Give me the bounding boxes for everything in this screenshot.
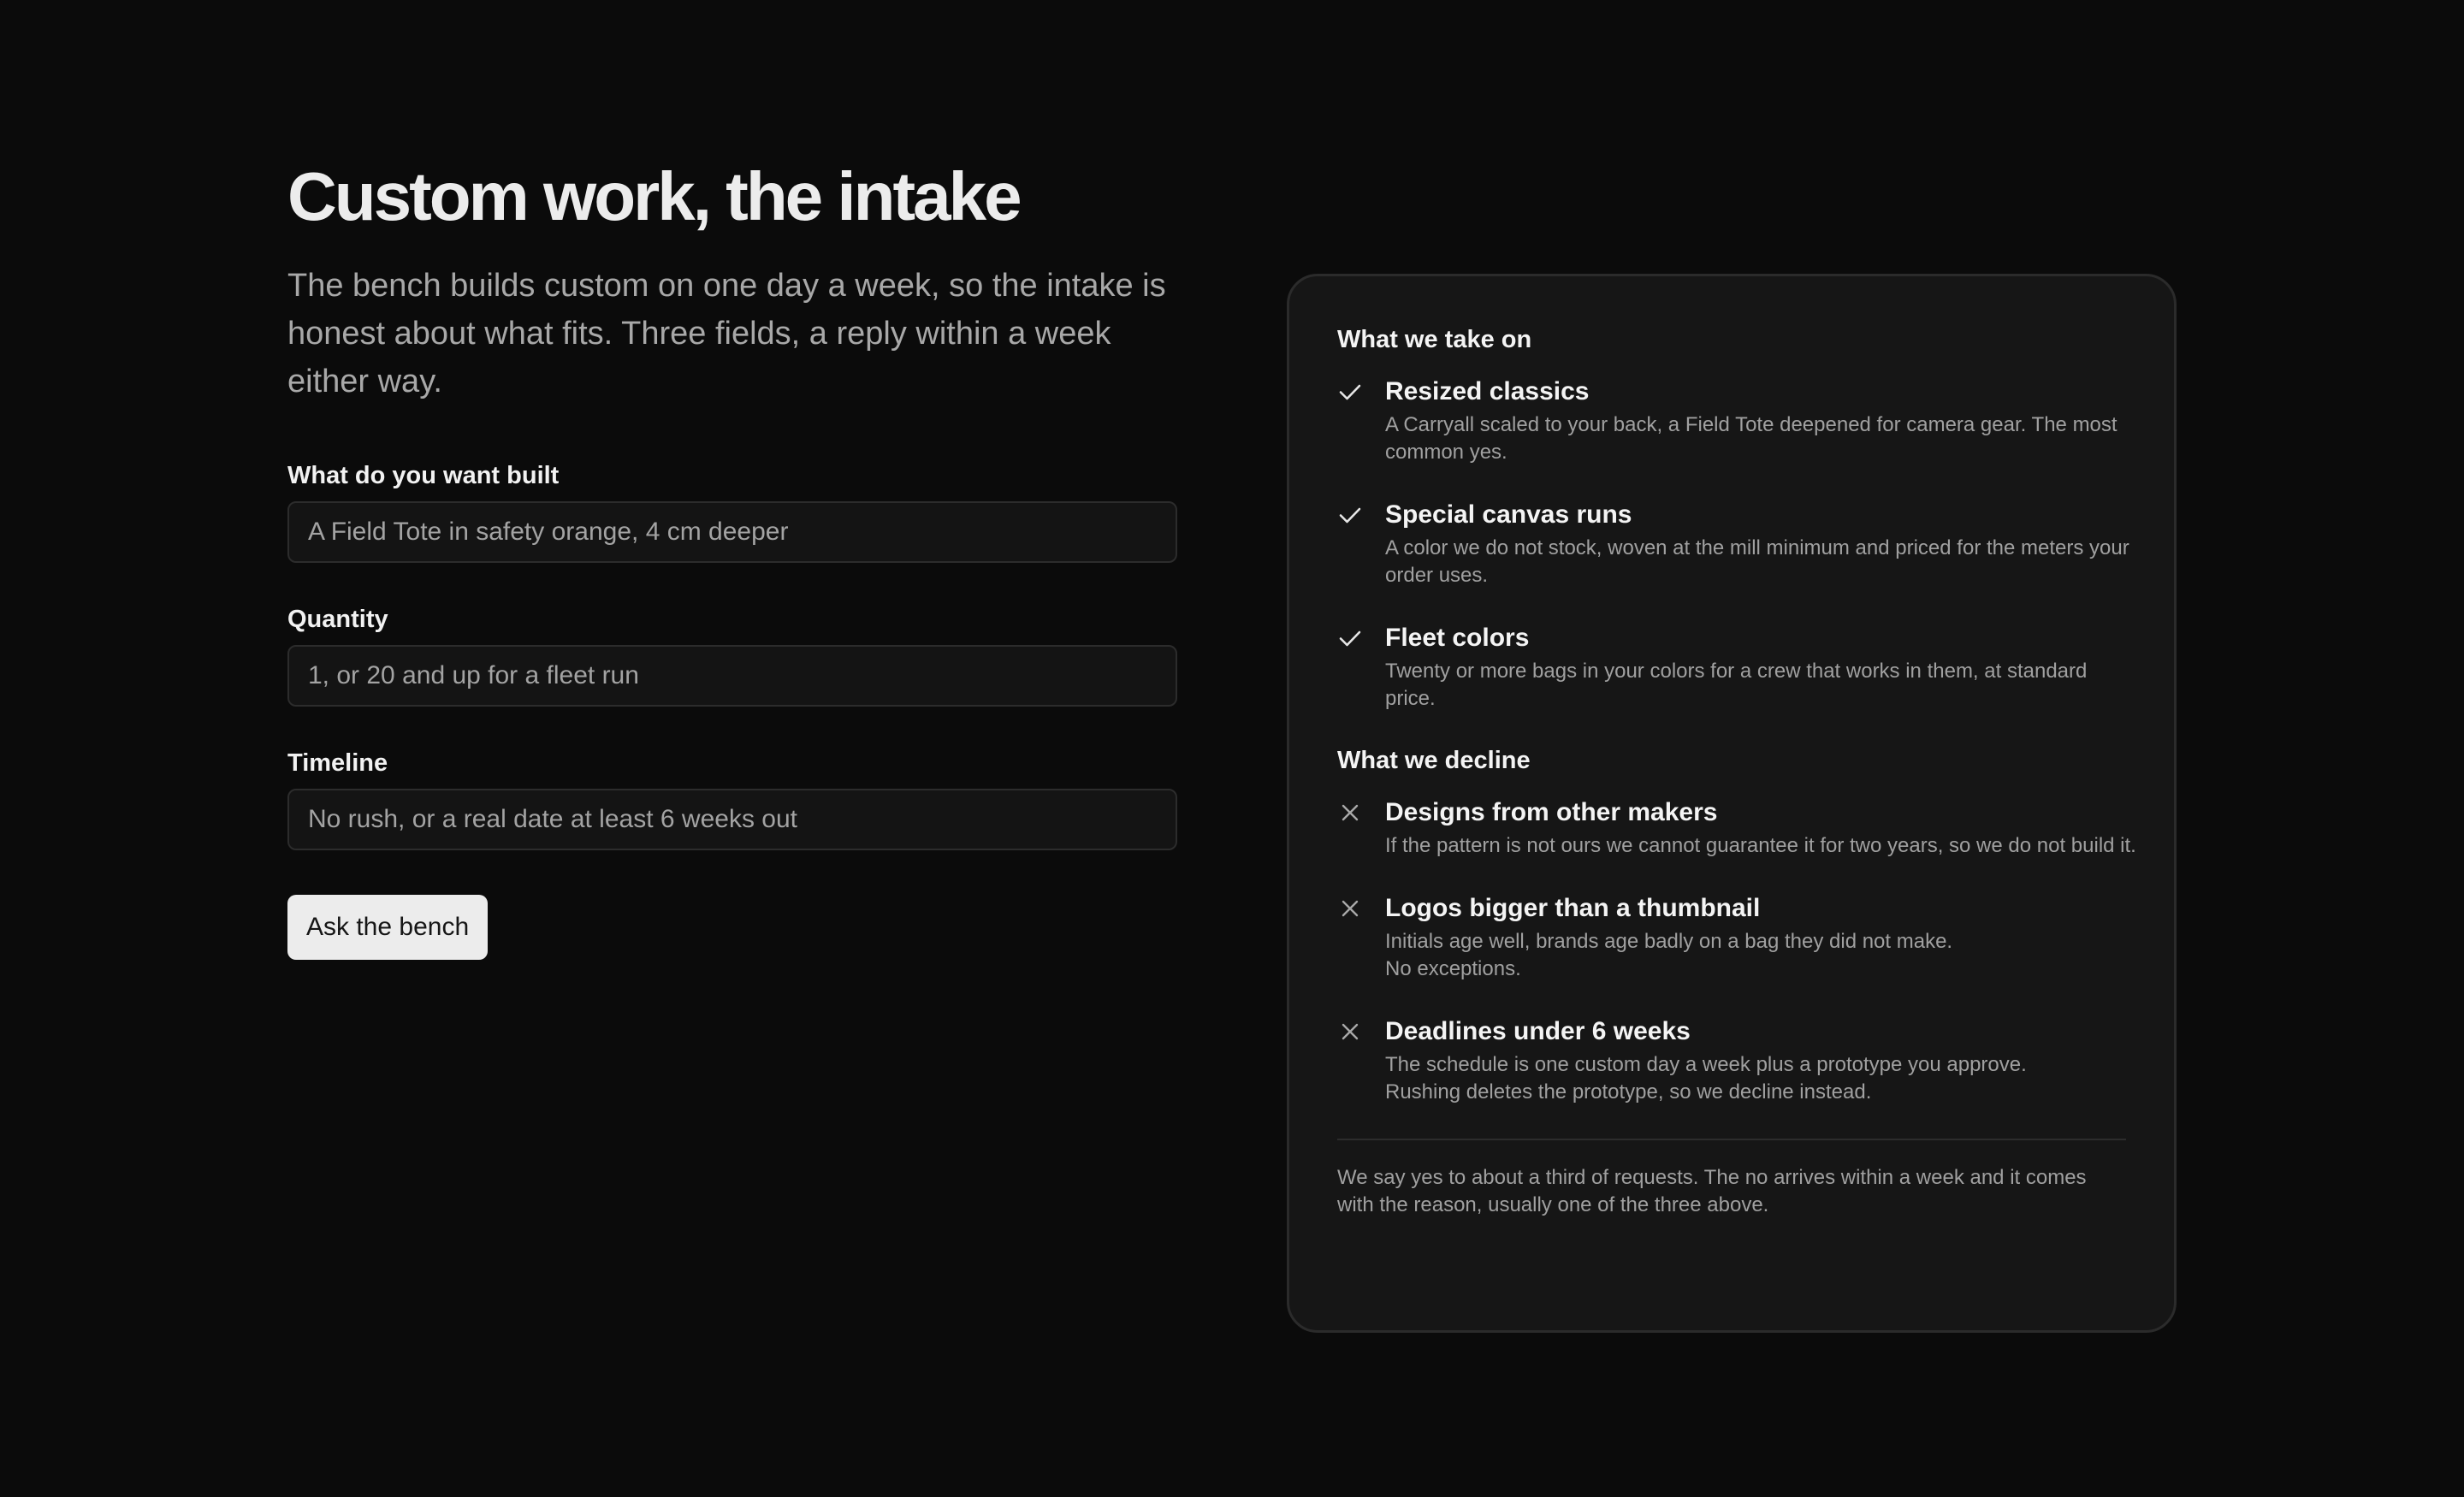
list-item: Designs from other makers If the pattern… bbox=[1337, 796, 2136, 860]
list-item: Resized classics A Carryall scaled to yo… bbox=[1337, 376, 2126, 466]
decline-heading: What we decline bbox=[1337, 747, 1531, 774]
field-quantity: Quantity bbox=[287, 604, 1177, 707]
policy-card: What we take on Resized classics A Carry… bbox=[1287, 274, 2177, 1333]
item-title: Deadlines under 6 weeks bbox=[1385, 1017, 1691, 1045]
item-title: Designs from other makers bbox=[1385, 798, 1718, 826]
item-title: Fleet colors bbox=[1385, 624, 1530, 652]
divider bbox=[1337, 1139, 2126, 1140]
list-item: Logos bigger than a thumbnail Initials a… bbox=[1337, 892, 2126, 983]
page: Custom work, the intake The bench builds… bbox=[0, 0, 2464, 1497]
item-body: Twenty or more bags in your colors for a… bbox=[1385, 660, 2088, 710]
item-body: The schedule is one custom day a week pl… bbox=[1385, 1053, 2027, 1104]
field-timeline: Timeline bbox=[287, 748, 1177, 850]
accept-list: Resized classics A Carryall scaled to yo… bbox=[1337, 376, 2129, 713]
intake-form: Custom work, the intake The bench builds… bbox=[287, 154, 1177, 960]
field-label-what-built: What do you want built bbox=[287, 462, 560, 489]
quantity-input[interactable] bbox=[287, 645, 1177, 707]
decline-list: Designs from other makers If the pattern… bbox=[1337, 796, 2136, 1106]
x-icon bbox=[1342, 804, 1359, 821]
page-title: Custom work, the intake bbox=[287, 158, 1022, 234]
list-item: Fleet colors Twenty or more bags in your… bbox=[1337, 622, 2126, 713]
list-item: Deadlines under 6 weeks The schedule is … bbox=[1337, 1015, 2126, 1106]
item-title: Logos bigger than a thumbnail bbox=[1385, 894, 1761, 922]
what-built-input[interactable] bbox=[287, 501, 1177, 563]
x-icon bbox=[1342, 1023, 1359, 1040]
check-icon bbox=[1339, 507, 1361, 524]
item-title: Resized classics bbox=[1385, 377, 1590, 405]
intro-text: The bench builds custom on one day a wee… bbox=[287, 268, 1166, 399]
field-label-timeline: Timeline bbox=[287, 749, 388, 777]
check-icon bbox=[1339, 384, 1361, 400]
field-label-quantity: Quantity bbox=[287, 606, 388, 633]
field-what-built: What do you want built bbox=[287, 460, 1177, 563]
item-title: Special canvas runs bbox=[1385, 500, 1632, 529]
item-body: A Carryall scaled to your back, a Field … bbox=[1385, 413, 2118, 464]
list-item: Special canvas runs A color we do not st… bbox=[1337, 499, 2129, 589]
check-icon bbox=[1339, 630, 1361, 647]
item-body: A color we do not stock, woven at the mi… bbox=[1385, 536, 2129, 587]
ask-the-bench-button[interactable]: Ask the bench bbox=[287, 895, 489, 960]
item-body: Initials age well, brands age badly on a… bbox=[1385, 930, 1953, 980]
item-body: If the pattern is not ours we cannot gua… bbox=[1385, 834, 2136, 857]
footnote: We say yes to about a third of requests.… bbox=[1337, 1166, 2087, 1216]
accept-heading: What we take on bbox=[1337, 326, 1532, 353]
x-icon bbox=[1342, 900, 1359, 917]
timeline-input[interactable] bbox=[287, 789, 1177, 850]
